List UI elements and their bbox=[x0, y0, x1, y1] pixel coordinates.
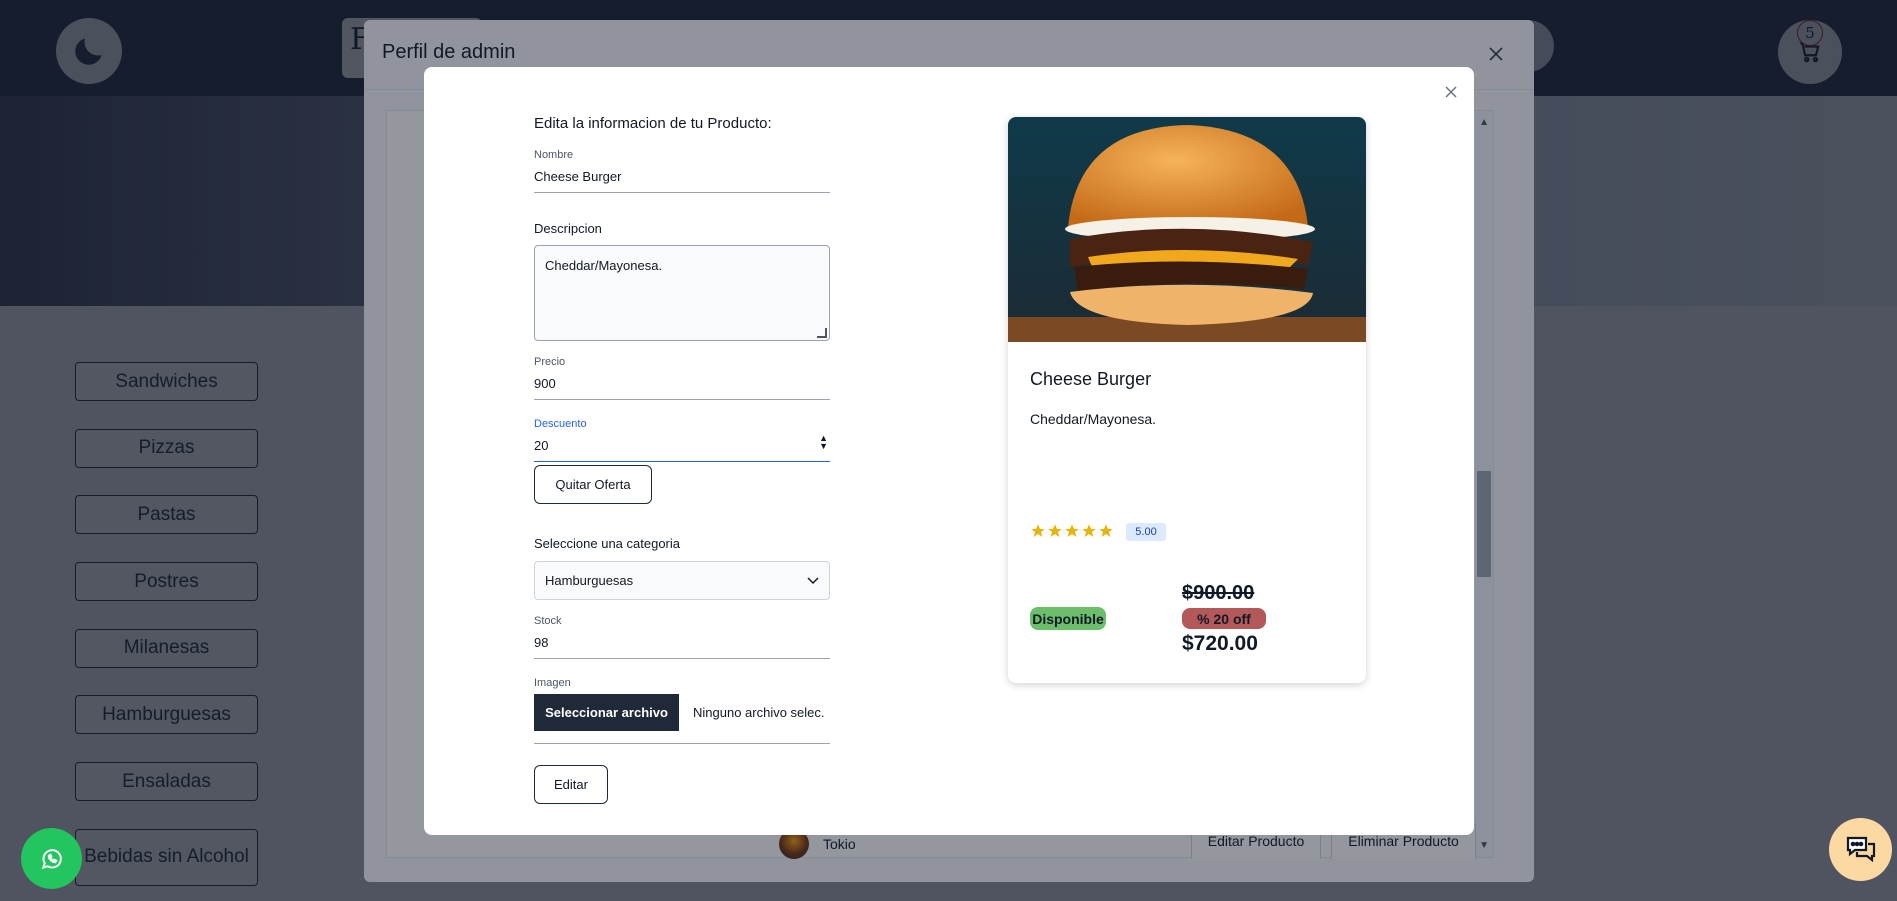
name-label: Nombre bbox=[534, 149, 574, 161]
star-icon bbox=[1082, 524, 1096, 537]
whatsapp-button[interactable] bbox=[21, 828, 82, 889]
card-title: Cheese Burger bbox=[1030, 369, 1152, 389]
discount-value: 20 bbox=[534, 438, 549, 453]
discount-label: Descuento bbox=[534, 418, 587, 430]
discount-input[interactable]: 20 ▲ ▼ bbox=[534, 434, 830, 462]
edit-product-modal: Edita la informacion de tu Producto: Nom… bbox=[424, 67, 1474, 835]
name-input[interactable]: Cheese Burger bbox=[534, 169, 830, 193]
card-description: Cheddar/Mayonesa. bbox=[1030, 411, 1157, 427]
star-icon bbox=[1048, 524, 1062, 537]
image-file-input: Seleccionar archivo Ninguno archivo sele… bbox=[534, 694, 830, 744]
chevron-down-icon bbox=[807, 576, 819, 584]
rating-badge: 5.00 bbox=[1126, 523, 1166, 541]
original-price: $900.00 bbox=[1182, 582, 1255, 604]
number-spinner-icon[interactable]: ▲ ▼ bbox=[819, 434, 828, 451]
category-label: Seleccione una categoria bbox=[534, 536, 680, 551]
star-icon bbox=[1031, 524, 1045, 537]
image-label: Imagen bbox=[534, 677, 571, 689]
description-text: Cheddar/Mayonesa. bbox=[545, 258, 663, 273]
stock-input[interactable]: 98 bbox=[534, 635, 830, 659]
remove-offer-button[interactable]: Quitar Oferta bbox=[534, 465, 652, 504]
category-select[interactable]: Hamburguesas bbox=[534, 561, 830, 600]
form-heading: Edita la informacion de tu Producto: bbox=[534, 115, 772, 132]
select-file-button[interactable]: Seleccionar archivo bbox=[534, 694, 679, 731]
close-icon bbox=[1445, 86, 1457, 98]
star-icon bbox=[1065, 524, 1079, 537]
rating-stars bbox=[1030, 523, 1114, 539]
description-textarea[interactable]: Cheddar/Mayonesa. bbox=[534, 245, 830, 341]
final-price: $720.00 bbox=[1182, 632, 1258, 655]
star-icon bbox=[1099, 524, 1113, 537]
price-label: Precio bbox=[534, 356, 566, 368]
resize-handle-icon[interactable] bbox=[817, 328, 827, 338]
discount-badge: % 20 off bbox=[1182, 608, 1266, 629]
stock-label: Stock bbox=[534, 615, 562, 627]
price-input[interactable]: 900 bbox=[534, 376, 830, 400]
category-selected-value: Hamburguesas bbox=[545, 573, 634, 588]
product-preview-card: Cheese Burger Cheddar/Mayonesa. 5.00 Dis… bbox=[1008, 117, 1366, 683]
availability-badge: Disponible bbox=[1030, 607, 1106, 630]
chat-icon bbox=[1846, 836, 1875, 862]
chat-button[interactable] bbox=[1829, 818, 1892, 881]
submit-edit-button[interactable]: Editar bbox=[534, 765, 608, 804]
product-image bbox=[1008, 117, 1366, 342]
description-label: Descripcion bbox=[534, 221, 602, 236]
whatsapp-icon bbox=[41, 848, 62, 869]
edit-modal-close-button[interactable] bbox=[1440, 81, 1462, 103]
file-status-text: Ninguno archivo selec. bbox=[693, 705, 825, 720]
